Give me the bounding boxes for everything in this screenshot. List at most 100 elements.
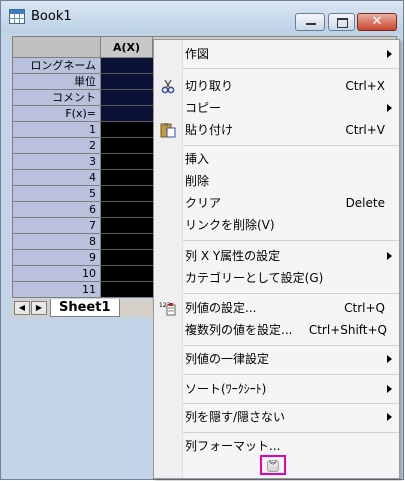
row-header-10[interactable]: 10 (13, 266, 101, 282)
menu-item-label: 列 X Y属性の設定 (185, 249, 281, 263)
menu-item-shortcut: Ctrl+Q (344, 301, 385, 315)
menu-item-label: 列を隠す/隠さない (185, 410, 286, 424)
menu-item-label: 挿入 (185, 152, 210, 166)
menu-item-label: 列値の一律設定 (185, 352, 270, 366)
row-header-4[interactable]: 4 (13, 170, 101, 186)
menu-item-label: クリア (185, 196, 222, 210)
cell-a-11[interactable] (101, 282, 153, 297)
submenu-arrow-icon (387, 413, 392, 421)
menu-item-shortcut: Ctrl+V (345, 123, 385, 137)
menu-item-label: ソート(ﾜｰｸｼｰﾄ) (185, 382, 267, 396)
minimize-icon (306, 23, 316, 25)
menu-item-label: 列フォーマット... (185, 439, 281, 453)
menu-item-label: リンクを削除(V) (185, 218, 275, 232)
cell-a-3[interactable] (101, 154, 153, 170)
submenu-arrow-icon (387, 50, 392, 58)
menu-separator (183, 345, 399, 346)
cell-a-5[interactable] (101, 186, 153, 202)
submenu-arrow-icon (387, 355, 392, 363)
menu-item-label: 作図 (185, 47, 210, 61)
menu-separator (183, 145, 399, 146)
submenu-arrow-icon (387, 252, 392, 260)
menu-item-set-multiple-column-values[interactable]: 複数列の値を設定... Ctrl+Shift+Q (154, 319, 399, 341)
workbook-icon (9, 9, 25, 24)
menu-item-label: 複数列の値を設定... (185, 323, 293, 337)
menu-item-set-as-categorical[interactable]: カテゴリーとして設定(G) (154, 267, 399, 289)
menu-item-sort-worksheet[interactable]: ソート(ﾜｰｸｼｰﾄ) (154, 378, 399, 400)
menu-separator (183, 432, 399, 433)
paste-icon (159, 122, 177, 138)
row-header-2[interactable]: 2 (13, 138, 101, 154)
maximize-icon (337, 18, 348, 28)
menu-item-label: 貼り付け (185, 123, 234, 137)
row-header-6[interactable]: 6 (13, 202, 101, 218)
menu-item-clear[interactable]: クリア Delete (154, 192, 399, 214)
sheet-tab-sheet1[interactable]: Sheet1 (50, 299, 120, 317)
submenu-arrow-icon (387, 104, 392, 112)
maximize-button[interactable] (328, 13, 355, 31)
menu-separator (183, 403, 399, 404)
menu-separator (183, 68, 399, 69)
cell-a-4[interactable] (101, 170, 153, 186)
menu-item-label: 削除 (185, 174, 210, 188)
cell-a-10[interactable] (101, 266, 153, 282)
row-header-comments[interactable]: コメント (13, 90, 101, 106)
cell-a-2[interactable] (101, 138, 153, 154)
cell-a-fx[interactable] (101, 106, 153, 122)
column-header-a[interactable]: A(X) (101, 37, 153, 58)
cell-a-units[interactable] (101, 74, 153, 90)
menu-item-paste[interactable]: 貼り付け Ctrl+V (154, 119, 399, 141)
cell-a-1[interactable] (101, 122, 153, 138)
menu-item-hide-unhide-columns[interactable]: 列を隠す/隠さない (154, 406, 399, 428)
cell-a-6[interactable] (101, 202, 153, 218)
cell-a-long-name[interactable] (101, 58, 153, 74)
cell-a-9[interactable] (101, 250, 153, 266)
menu-item-shortcut: Delete (345, 196, 385, 210)
cell-a-7[interactable] (101, 218, 153, 234)
tab-prev-button[interactable]: ◀ (14, 301, 30, 315)
menu-item-shortcut: Ctrl+X (345, 79, 385, 93)
expand-menu-button[interactable]: ︾ (260, 455, 286, 475)
menu-item-cut[interactable]: 切り取り Ctrl+X (154, 75, 399, 97)
menu-item-shortcut: Ctrl+Shift+Q (308, 323, 387, 337)
row-header-long-name[interactable]: ロングネーム (13, 58, 101, 74)
minimize-button[interactable] (295, 13, 325, 31)
row-header-8[interactable]: 8 (13, 234, 101, 250)
window-title: Book1 (31, 9, 72, 24)
menu-item-delete[interactable]: 削除 (154, 170, 399, 192)
menu-item-fill-column[interactable]: 列値の一律設定 (154, 348, 399, 370)
scissors-icon (159, 78, 177, 94)
close-icon: ✕ (371, 14, 383, 29)
row-header-fx[interactable]: F(x)= (13, 106, 101, 122)
menu-item-label: 列値の設定... (185, 301, 257, 315)
row-header-7[interactable]: 7 (13, 218, 101, 234)
close-button[interactable]: ✕ (357, 13, 397, 31)
menu-separator (183, 240, 399, 241)
select-all-corner[interactable] (13, 37, 101, 58)
menu-item-plot[interactable]: 作図 (154, 43, 399, 65)
row-header-11[interactable]: 11 (13, 282, 101, 297)
context-menu: 作図 切り取り Ctrl+X コピー 貼り付け Ctrl+V 挿入 削除 クリア… (153, 39, 400, 479)
row-header-5[interactable]: 5 (13, 186, 101, 202)
row-header-units[interactable]: 単位 (13, 74, 101, 90)
menu-item-set-xy-attribute[interactable]: 列 X Y属性の設定 (154, 245, 399, 267)
menu-separator (183, 374, 399, 375)
cell-a-8[interactable] (101, 234, 153, 250)
double-chevron-down-icon: ︾ (267, 460, 279, 472)
row-header-1[interactable]: 1 (13, 122, 101, 138)
menu-item-remove-link[interactable]: リンクを削除(V) (154, 214, 399, 236)
menu-item-column-format[interactable]: 列フォーマット... (154, 435, 399, 457)
menu-item-insert[interactable]: 挿入 (154, 148, 399, 170)
cell-a-comments[interactable] (101, 90, 153, 106)
sheet-tab-bar: ◀ ▶ Sheet1 (12, 299, 162, 317)
row-header-3[interactable]: 3 (13, 154, 101, 170)
menu-item-copy[interactable]: コピー (154, 97, 399, 119)
menu-item-label: コピー (185, 101, 222, 115)
submenu-arrow-icon (387, 385, 392, 393)
menu-separator (183, 293, 399, 294)
set-column-values-icon: 123 (159, 300, 177, 316)
tab-next-button[interactable]: ▶ (31, 301, 47, 315)
row-header-9[interactable]: 9 (13, 250, 101, 266)
menu-item-set-column-values[interactable]: 123 列値の設定... Ctrl+Q (154, 297, 399, 319)
title-bar[interactable]: Book1 ✕ (1, 1, 403, 33)
